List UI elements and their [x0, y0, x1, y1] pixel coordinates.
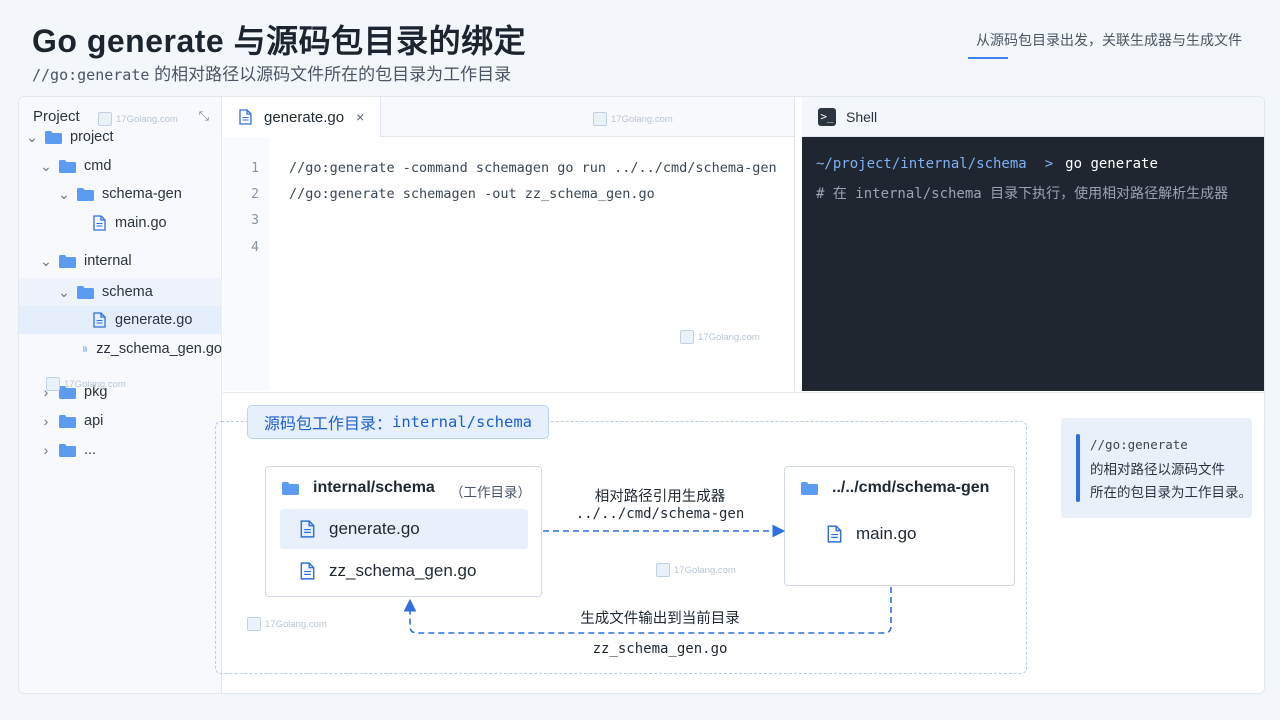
reference-path: ../../cmd/schema-gen — [575, 506, 745, 522]
output-label: 生成文件输出到当前目录 — [580, 611, 740, 627]
note-line-2: 的相对路径以源码文件 — [1090, 462, 1225, 477]
output-file: zz_schema_gen.go — [592, 641, 728, 657]
watermark: 17Golang.com — [680, 330, 760, 344]
watermark: 17Golang.com — [98, 112, 178, 126]
note-card: //go:generate 的相对路径以源码文件 所在的包目录为工作目录。 — [1061, 418, 1252, 518]
note-code: //go:generate — [1090, 437, 1188, 452]
watermark: 17Golang.com — [593, 112, 673, 126]
watermark-logo-icon — [656, 563, 670, 577]
watermark-logo-icon — [593, 112, 607, 126]
note-accent-bar — [1076, 434, 1080, 502]
watermark-logo-icon — [46, 377, 60, 391]
watermark: 17Golang.com — [46, 377, 126, 391]
note-line-3: 所在的包目录为工作目录。 — [1090, 485, 1252, 500]
watermark: 17Golang.com — [656, 563, 736, 577]
watermark-logo-icon — [680, 330, 694, 344]
watermark: 17Golang.com — [247, 617, 327, 631]
watermark-logo-icon — [247, 617, 261, 631]
reference-label: 相对路径引用生成器 — [594, 489, 726, 505]
watermark-logo-icon — [98, 112, 112, 126]
